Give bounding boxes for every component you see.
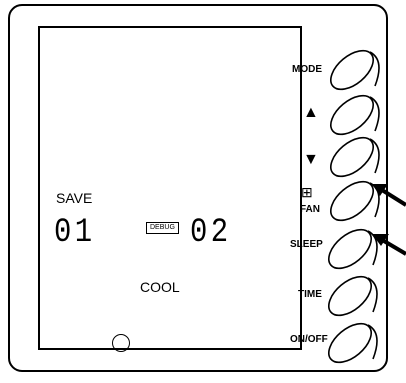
onoff-button[interactable] bbox=[322, 316, 378, 370]
fan-button[interactable] bbox=[324, 174, 380, 228]
sleep-button[interactable] bbox=[322, 222, 378, 276]
up-button[interactable] bbox=[324, 88, 380, 142]
mode-button[interactable] bbox=[324, 43, 380, 97]
fan-annotation-arrow bbox=[372, 184, 406, 207]
buttons-and-arrows bbox=[322, 43, 406, 370]
time-button[interactable] bbox=[322, 269, 378, 323]
down-button[interactable] bbox=[324, 130, 380, 184]
